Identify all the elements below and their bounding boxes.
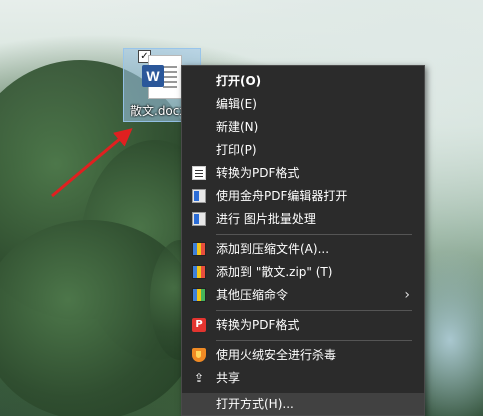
menu-item-convert-pdf[interactable]: 转换为PDF格式: [182, 162, 424, 184]
menu-item-label: 编辑(E): [216, 97, 257, 111]
menu-item-label: 打开方式(H)...: [216, 397, 294, 411]
menu-item-label: 打开(O): [216, 74, 262, 88]
menu-item-antivirus-scan[interactable]: 使用火绒安全进行杀毒: [182, 344, 424, 366]
menu-separator: [216, 340, 412, 341]
share-icon: ⇪: [193, 371, 205, 385]
context-menu: 打开(O) 编辑(E) 新建(N) 打印(P) 转换为PDF格式 使用金舟PDF…: [181, 65, 425, 416]
menu-item-label: 打印(P): [216, 143, 257, 157]
menu-item-print[interactable]: 打印(P): [182, 139, 424, 161]
pdf-red-icon: P: [192, 318, 206, 332]
menu-item-label: 共享: [216, 371, 241, 385]
menu-item-add-to-archive[interactable]: 添加到压缩文件(A)...: [182, 238, 424, 260]
chevron-right-icon: ›: [404, 287, 410, 303]
menu-item-other-compress[interactable]: 其他压缩命令 ›: [182, 284, 424, 306]
pdf-document-icon: [192, 166, 206, 180]
menu-item-new[interactable]: 新建(N): [182, 116, 424, 138]
menu-item-image-batch[interactable]: 进行 图片批量处理: [182, 208, 424, 230]
menu-separator: [216, 310, 412, 311]
menu-item-label: 转换为PDF格式: [216, 318, 300, 332]
menu-separator: [216, 234, 412, 235]
menu-item-label: 添加到 "散文.zip" (T): [216, 265, 333, 279]
archive-icon: [192, 288, 206, 302]
menu-item-add-to-zip[interactable]: 添加到 "散文.zip" (T): [182, 261, 424, 283]
menu-item-label: 使用金舟PDF编辑器打开: [216, 189, 348, 203]
menu-item-label: 其他压缩命令: [216, 288, 289, 302]
archive-icon: [192, 242, 206, 256]
shield-icon: [192, 348, 206, 362]
menu-item-edit[interactable]: 编辑(E): [182, 93, 424, 115]
menu-item-open-with[interactable]: 打开方式(H)...: [182, 393, 424, 415]
menu-item-label: 使用火绒安全进行杀毒: [216, 348, 337, 362]
pdf-editor-icon: [192, 189, 206, 203]
menu-item-convert-pdf-2[interactable]: P 转换为PDF格式: [182, 314, 424, 336]
menu-item-label: 添加到压缩文件(A)...: [216, 242, 330, 256]
image-batch-icon: [192, 212, 206, 226]
menu-item-label: 转换为PDF格式: [216, 166, 300, 180]
menu-item-open-pdf-editor[interactable]: 使用金舟PDF编辑器打开: [182, 185, 424, 207]
menu-item-open[interactable]: 打开(O): [182, 70, 424, 92]
menu-item-label: 新建(N): [216, 120, 259, 134]
archive-icon: [192, 265, 206, 279]
menu-item-share[interactable]: ⇪ 共享: [182, 367, 424, 389]
menu-item-label: 进行 图片批量处理: [216, 212, 316, 226]
word-logo-icon: W: [142, 65, 164, 87]
